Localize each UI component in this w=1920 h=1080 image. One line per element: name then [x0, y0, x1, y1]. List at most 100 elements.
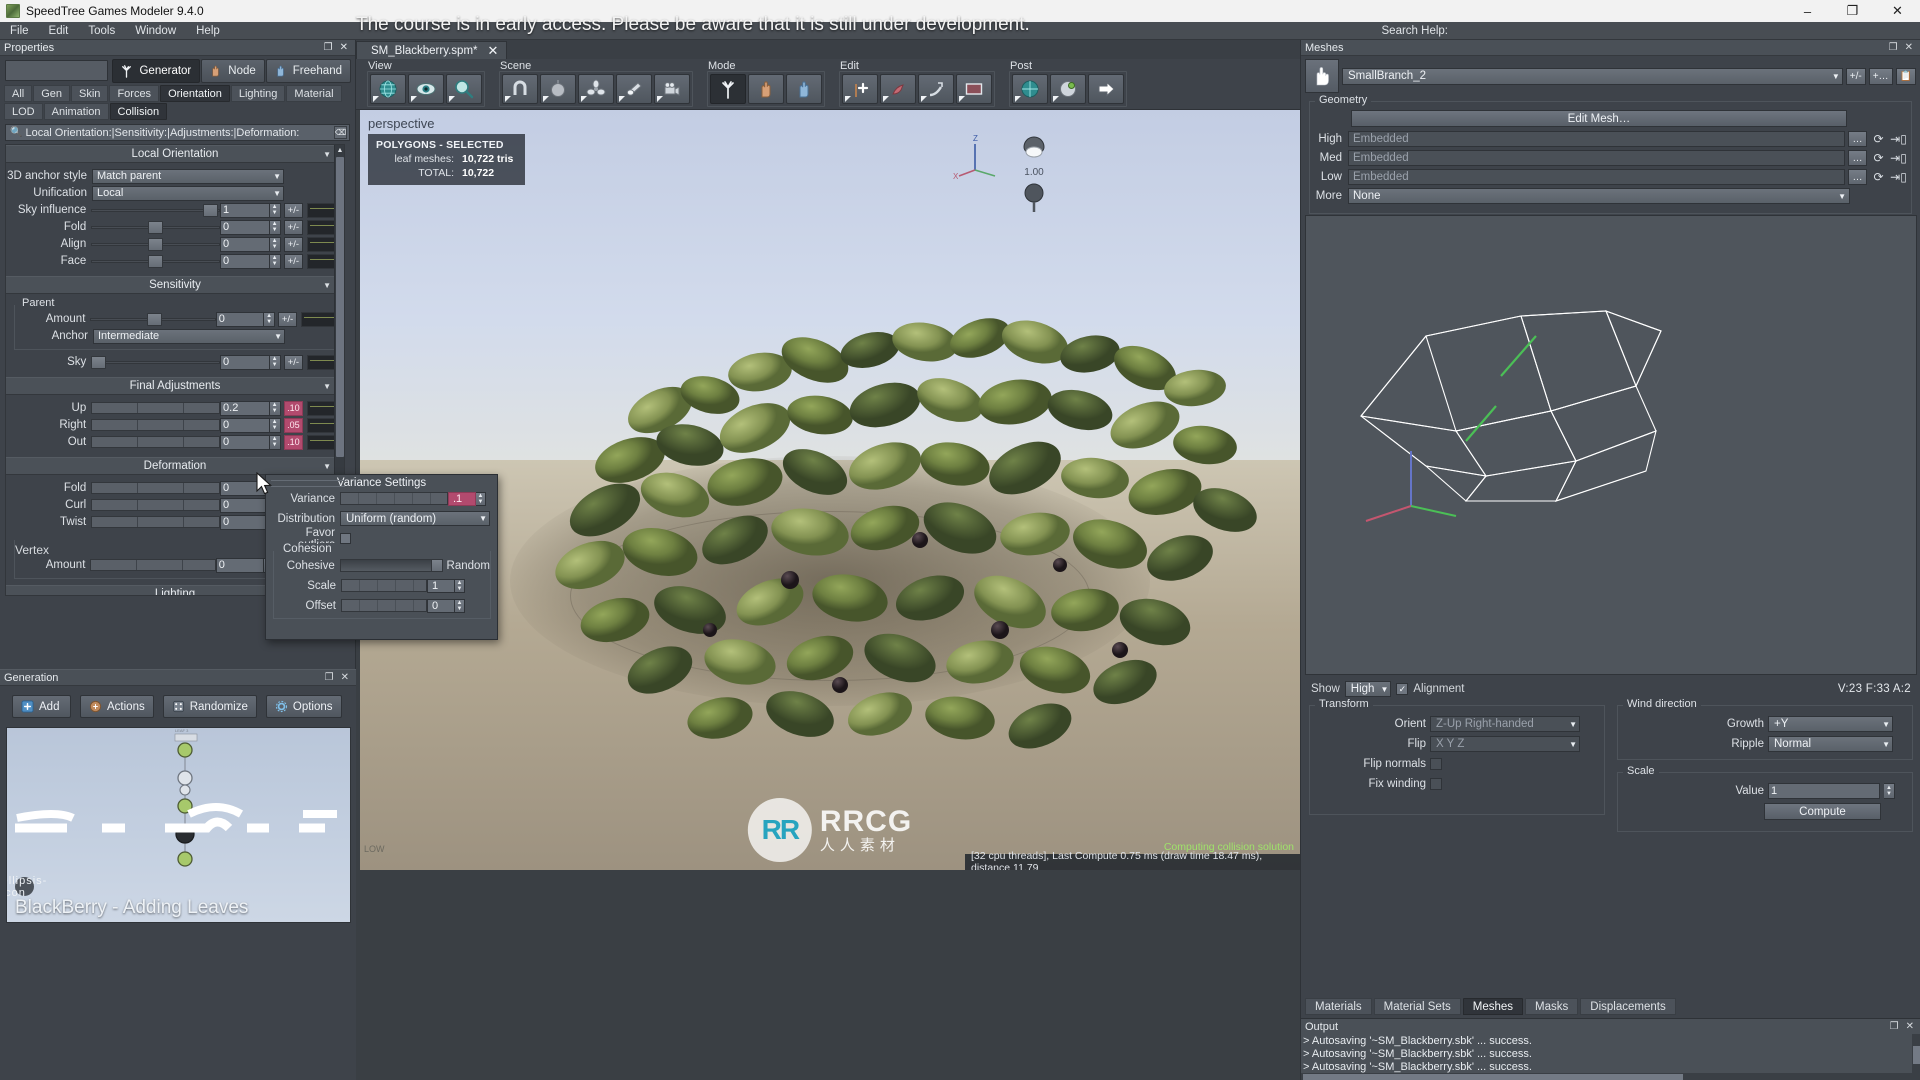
- post-sphere-green-button[interactable]: [1050, 74, 1086, 104]
- slider-face[interactable]: [91, 254, 221, 268]
- value-deform-curl[interactable]: 0: [220, 497, 270, 513]
- output-horizontal-scrollbar[interactable]: [1301, 1073, 1920, 1080]
- slider-align[interactable]: [91, 237, 221, 251]
- group-deformation[interactable]: Deformation ▼: [6, 457, 344, 475]
- combo-growth[interactable]: +Y ▼: [1768, 716, 1893, 732]
- slider-deform-twist[interactable]: [91, 515, 221, 529]
- slider-parent-amount[interactable]: [90, 312, 216, 326]
- variance-button-sky[interactable]: +/-: [283, 354, 304, 370]
- filter-tab-lod[interactable]: LOD: [4, 103, 43, 120]
- browse-med-button[interactable]: …: [1848, 150, 1867, 166]
- curve-editor-parent-amount[interactable]: [301, 311, 337, 327]
- scrollbar-thumb[interactable]: [336, 157, 344, 457]
- filter-tab-forces[interactable]: Forces: [109, 85, 160, 102]
- mode-node-button[interactable]: [748, 74, 784, 104]
- combo-orient[interactable]: Z-Up Right-handed ▼: [1430, 716, 1580, 732]
- chevron-down-icon[interactable]: ▼: [323, 150, 331, 159]
- edit-rect-select-button[interactable]: [956, 74, 992, 104]
- reload-icon[interactable]: ⟳: [1870, 169, 1887, 185]
- view-zoom-button[interactable]: [446, 74, 482, 104]
- export-icon[interactable]: ⇥▯: [1890, 131, 1907, 147]
- slider-cohesive[interactable]: [339, 559, 443, 572]
- browse-low-button[interactable]: …: [1848, 169, 1867, 185]
- value-low[interactable]: Embedded: [1348, 169, 1845, 185]
- slider-knob[interactable]: [147, 313, 163, 326]
- value-scale[interactable]: 1: [1768, 783, 1880, 799]
- filter-tab-material[interactable]: Material: [286, 85, 342, 102]
- show-lod-combo[interactable]: High ▼: [1344, 681, 1392, 697]
- mode-freehand-button[interactable]: [786, 74, 822, 104]
- scene-sphere-button[interactable]: [540, 74, 576, 104]
- scene-camera-button[interactable]: [654, 74, 690, 104]
- favor-outliers-checkbox[interactable]: [340, 533, 351, 544]
- clipboard-icon[interactable]: 📋: [1895, 67, 1916, 85]
- mode-generator-button[interactable]: [710, 74, 746, 104]
- mesh-name-combo[interactable]: SmallBranch_2 ▼: [1342, 67, 1843, 85]
- search-help-label[interactable]: Search Help:: [1382, 22, 1448, 40]
- slider-deform-fold[interactable]: [91, 481, 221, 495]
- value-high[interactable]: Embedded: [1348, 131, 1845, 147]
- variance-button-out[interactable]: .10: [283, 434, 304, 450]
- maximize-button[interactable]: ❐: [1830, 0, 1875, 22]
- slider-knob[interactable]: [148, 238, 164, 251]
- combo-ripple[interactable]: Normal ▼: [1768, 736, 1893, 752]
- variance-button-right[interactable]: .05: [283, 417, 304, 433]
- variance-button-align[interactable]: +/-: [283, 236, 304, 252]
- meshes-float-icon[interactable]: ❐: [1889, 42, 1898, 53]
- value-up[interactable]: 0.2: [220, 400, 270, 416]
- menu-item-edit[interactable]: Edit: [39, 22, 79, 40]
- spinner-cohesion-offset[interactable]: ▲ ▼: [455, 598, 465, 613]
- spinner-sky-influence[interactable]: ▲ ▼: [269, 202, 281, 218]
- spinner-fold[interactable]: ▲ ▼: [269, 219, 281, 235]
- generation-tree-view[interactable]: LEAF 3 ellipsis-icon BlackBerry - Adding…: [6, 727, 351, 923]
- value-deform-fold[interactable]: 0: [220, 480, 270, 496]
- axis-gizmo[interactable]: Z X: [951, 132, 1005, 186]
- value-face[interactable]: 0: [220, 253, 270, 269]
- ellipsis-icon[interactable]: ellipsis-icon: [7, 875, 46, 899]
- combo-more[interactable]: None ▼: [1348, 188, 1850, 204]
- slider-vertex-amount[interactable]: [90, 558, 216, 572]
- variance-button-face[interactable]: +/-: [283, 253, 304, 269]
- value-fold[interactable]: 0: [220, 219, 270, 235]
- value-med[interactable]: Embedded: [1348, 150, 1845, 166]
- menu-item-file[interactable]: File: [0, 22, 39, 40]
- reload-icon[interactable]: ⟳: [1870, 150, 1887, 166]
- tab-material-sets[interactable]: Material Sets: [1373, 998, 1461, 1015]
- spinner-cohesion-scale[interactable]: ▲ ▼: [455, 578, 465, 593]
- spinner-out[interactable]: ▲ ▼: [269, 434, 281, 450]
- property-search-bar[interactable]: 🔍 Local Orientation:|Sensitivity:|Adjust…: [5, 124, 350, 141]
- value-right[interactable]: 0: [220, 417, 270, 433]
- tab-meshes[interactable]: Meshes: [1462, 998, 1524, 1015]
- variance-button-sky-influence[interactable]: +/-: [283, 202, 304, 218]
- output-log[interactable]: > Autosaving '~SM_Blackberry.sbk' ... su…: [1301, 1034, 1920, 1080]
- generation-float-icon[interactable]: ❐: [325, 672, 334, 683]
- tab-materials[interactable]: Materials: [1305, 998, 1372, 1015]
- filter-tab-collision[interactable]: Collision: [109, 103, 168, 120]
- tab-node[interactable]: Node: [201, 58, 265, 83]
- spinner-face[interactable]: ▲ ▼: [269, 253, 281, 269]
- scene-light-button[interactable]: [616, 74, 652, 104]
- edit-add-node-button[interactable]: [842, 74, 878, 104]
- slider-up[interactable]: [91, 401, 221, 415]
- secondary-light-gizmo[interactable]: [1014, 178, 1054, 218]
- slider-deform-curl[interactable]: [91, 498, 221, 512]
- edit-paint-button[interactable]: [880, 74, 916, 104]
- filter-tab-lighting[interactable]: Lighting: [230, 85, 286, 102]
- slider-out[interactable]: [91, 435, 221, 449]
- add-dots-icon[interactable]: +…: [1868, 67, 1893, 85]
- group-local-orientation[interactable]: Local Orientation ▼: [6, 145, 344, 163]
- clear-icon[interactable]: ⌫: [334, 126, 347, 139]
- value-out[interactable]: 0: [220, 434, 270, 450]
- add-button[interactable]: Add: [12, 695, 71, 718]
- slider-right[interactable]: [91, 418, 221, 432]
- slider-sky[interactable]: [91, 355, 221, 369]
- output-close-icon[interactable]: ✕: [1906, 1021, 1914, 1032]
- generator-name-input[interactable]: [5, 60, 109, 81]
- post-arrow-button[interactable]: [1088, 74, 1124, 104]
- slider-fold[interactable]: [91, 220, 221, 234]
- slider-knob[interactable]: [91, 356, 107, 369]
- variance-button-parent-amount[interactable]: +/-: [277, 311, 298, 327]
- document-tab[interactable]: SM_Blackberry.spm* ✕: [356, 41, 508, 59]
- close-button[interactable]: ✕: [1875, 0, 1920, 22]
- fix-winding-checkbox[interactable]: [1430, 778, 1442, 790]
